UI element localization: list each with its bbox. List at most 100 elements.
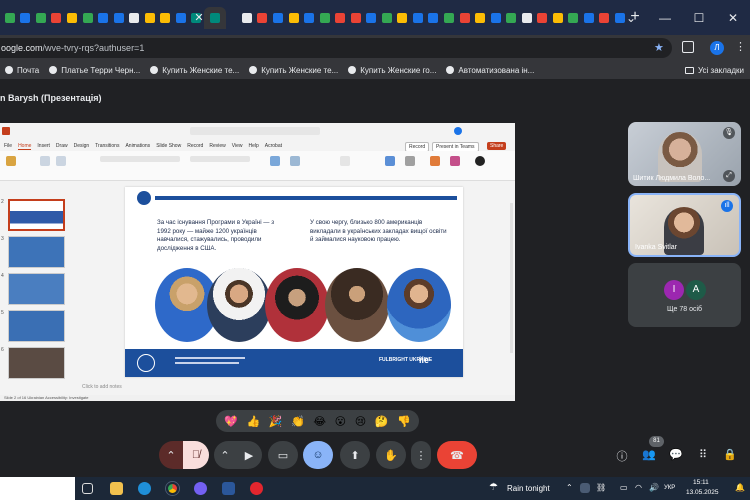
close-window-button[interactable]: ✕: [716, 11, 750, 25]
all-bookmarks[interactable]: Усі закладки: [684, 61, 744, 79]
browser-tab[interactable]: [395, 7, 411, 29]
reaction-emoji[interactable]: 👍: [247, 415, 261, 428]
bookmark-item[interactable]: Платье Терри Черн...: [44, 66, 145, 75]
tray-app-icon[interactable]: [580, 483, 590, 493]
reaction-emoji[interactable]: 😢: [355, 415, 366, 428]
expand-icon[interactable]: ⤢: [723, 170, 735, 182]
browser-tab[interactable]: [410, 7, 426, 29]
word-icon[interactable]: [222, 482, 235, 495]
dropdown-icon[interactable]: ⌄: [614, 11, 648, 25]
browser-tab[interactable]: [441, 7, 457, 29]
edge-icon[interactable]: [138, 482, 151, 495]
extensions-icon[interactable]: [682, 41, 694, 53]
browser-tab[interactable]: [379, 7, 395, 29]
browser-tab[interactable]: [488, 7, 504, 29]
weather-text[interactable]: Rain tonight: [507, 484, 550, 493]
browser-tab[interactable]: [95, 7, 111, 29]
browser-tab[interactable]: [64, 7, 80, 29]
reaction-emoji[interactable]: 💖: [224, 415, 238, 428]
bookmark-item[interactable]: Автоматизована ін...: [441, 66, 539, 75]
browser-tab[interactable]: [157, 7, 173, 29]
people-icon[interactable]: 👥: [642, 448, 656, 461]
browser-tab[interactable]: [18, 7, 34, 29]
reaction-emoji[interactable]: 🤔: [375, 415, 389, 428]
battery-icon[interactable]: ▭: [620, 483, 628, 492]
browser-tab[interactable]: [581, 7, 597, 29]
clock-date[interactable]: 13.05.2025: [686, 489, 719, 496]
browser-tab[interactable]: [239, 7, 255, 29]
reaction-emoji[interactable]: 😮: [335, 415, 346, 428]
raise-hand-button[interactable]: ✋: [376, 441, 406, 469]
browser-tab[interactable]: [597, 7, 613, 29]
tray-expand-icon[interactable]: ⌃: [566, 483, 573, 492]
browser-tab[interactable]: [80, 7, 96, 29]
browser-tab[interactable]: [457, 7, 473, 29]
browser-tab[interactable]: [126, 7, 142, 29]
participant-tile-speaking[interactable]: ıll Ivanka Svitlar: [628, 193, 741, 257]
browser-tab[interactable]: [317, 7, 333, 29]
reaction-emoji[interactable]: 😂: [313, 415, 326, 428]
bookmark-item[interactable]: Купить Женские те...: [145, 66, 244, 75]
browser-tab[interactable]: [111, 7, 127, 29]
browser-tab[interactable]: [550, 7, 566, 29]
volume-icon[interactable]: 🔊: [649, 483, 659, 492]
wifi-icon[interactable]: ◠: [635, 483, 642, 492]
viber-icon[interactable]: [194, 482, 207, 495]
activities-icon[interactable]: ⠿: [696, 448, 710, 461]
bookmark-item[interactable]: Купить Женские го...: [343, 66, 441, 75]
browser-tab[interactable]: [49, 7, 65, 29]
bookmark-star-icon[interactable]: ★: [654, 41, 664, 54]
close-tab-icon[interactable]: ✕: [190, 11, 208, 24]
host-controls-icon[interactable]: 🔒: [723, 448, 737, 461]
bookmark-item[interactable]: Почта: [0, 66, 44, 75]
usb-icon[interactable]: ⛓: [596, 483, 606, 492]
browser-tab[interactable]: [426, 7, 442, 29]
participant-tile[interactable]: 🎙 ⤢ Шитик Людмила Воло...: [628, 122, 741, 186]
bookmark-item[interactable]: Купить Женские те...: [244, 66, 343, 75]
more-options-button[interactable]: ⋮: [411, 441, 431, 469]
browser-tab[interactable]: [332, 7, 348, 29]
browser-tab[interactable]: [566, 7, 582, 29]
present-button[interactable]: ⬆: [340, 441, 370, 469]
browser-tab[interactable]: [301, 7, 317, 29]
profile-avatar[interactable]: Л: [710, 41, 724, 55]
url-field[interactable]: oogle.com/wve-tvry-rqs?authuser=1: [0, 38, 672, 58]
browser-tab[interactable]: [363, 7, 379, 29]
maximize-button[interactable]: ☐: [682, 11, 716, 25]
taskbar-search[interactable]: [0, 477, 75, 500]
browser-tab[interactable]: [33, 7, 49, 29]
reaction-emoji[interactable]: 👎: [397, 415, 411, 428]
leave-call-button[interactable]: ☎: [437, 441, 477, 469]
captions-button[interactable]: ▭: [268, 441, 298, 469]
browser-tab[interactable]: [270, 7, 286, 29]
language-indicator[interactable]: УКР: [664, 485, 675, 491]
reactions-button[interactable]: ☺: [303, 441, 333, 469]
browser-tab[interactable]: [255, 7, 271, 29]
camera-options-button[interactable]: ⌃: [214, 441, 236, 469]
browser-tab[interactable]: [286, 7, 302, 29]
task-view-icon[interactable]: [82, 483, 93, 494]
browser-tab[interactable]: [519, 7, 535, 29]
browser-tab[interactable]: [2, 7, 18, 29]
notifications-icon[interactable]: 🔔: [735, 483, 745, 492]
mic-options-button[interactable]: ⌃: [159, 441, 183, 469]
browser-tab[interactable]: [348, 7, 364, 29]
browser-tab[interactable]: [535, 7, 551, 29]
info-icon[interactable]: ⓘ: [615, 448, 629, 464]
camera-toggle-button[interactable]: ▶: [236, 441, 262, 469]
others-tile[interactable]: І А Ще 78 осіб: [628, 263, 741, 327]
mic-toggle-button[interactable]: 🎙̸: [183, 441, 209, 469]
browser-tab[interactable]: [503, 7, 519, 29]
browser-tab[interactable]: [472, 7, 488, 29]
browser-menu-icon[interactable]: ⋮: [735, 40, 746, 53]
chrome-icon[interactable]: [166, 482, 179, 495]
clock-time[interactable]: 15:11: [693, 479, 709, 486]
browser-tab[interactable]: [142, 7, 158, 29]
minimize-button[interactable]: —: [648, 11, 682, 25]
file-explorer-icon[interactable]: [110, 482, 123, 495]
chat-icon[interactable]: 💬: [669, 448, 683, 461]
browser-tab[interactable]: [173, 7, 189, 29]
reaction-emoji[interactable]: 🎉: [269, 415, 283, 428]
reaction-emoji[interactable]: 👏: [291, 415, 305, 428]
opera-icon[interactable]: [250, 482, 263, 495]
